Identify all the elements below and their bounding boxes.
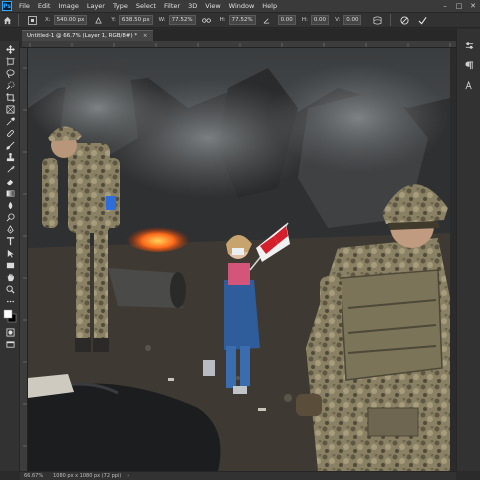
- window-controls: – □ ✕: [438, 2, 480, 10]
- hand-tool-icon[interactable]: [4, 272, 16, 283]
- menu-bar: Ps File Edit Image Layer Type Select Fil…: [0, 0, 480, 12]
- document-canvas[interactable]: [28, 48, 450, 471]
- photo-layer: [28, 48, 450, 471]
- horizontal-skew-field[interactable]: 0.00: [310, 15, 330, 25]
- adjust-layout-icon[interactable]: [463, 39, 475, 51]
- link-icon[interactable]: [201, 14, 213, 26]
- frame-tool-icon[interactable]: [4, 104, 16, 115]
- photoshop-logo[interactable]: Ps: [2, 1, 12, 11]
- path-selection-tool-icon[interactable]: [4, 248, 16, 259]
- pen-tool-icon[interactable]: [4, 224, 16, 235]
- quick-mask-icon[interactable]: [4, 327, 16, 338]
- divider: [390, 14, 392, 26]
- character-icon[interactable]: [463, 79, 475, 91]
- document-tab-bar: Untitled-1 @ 66.7% (Layer 1, RGB/8#) * ×: [22, 29, 456, 41]
- type-tool-icon[interactable]: [4, 236, 16, 247]
- commit-transform-icon[interactable]: [416, 14, 428, 26]
- y-label: Y:: [111, 17, 116, 23]
- menu-window[interactable]: Window: [225, 2, 259, 10]
- maximize-button[interactable]: □: [452, 2, 466, 10]
- document-tab-title: Untitled-1 @ 66.7% (Layer 1, RGB/8#) *: [27, 33, 138, 39]
- x-label: X:: [45, 17, 51, 23]
- healing-brush-tool-icon[interactable]: [4, 128, 16, 139]
- x-position-field[interactable]: 540.00 px: [53, 15, 88, 25]
- cancel-transform-icon[interactable]: [398, 14, 410, 26]
- fire: [126, 224, 190, 252]
- color-swatches[interactable]: [3, 309, 17, 323]
- height-label: H:: [219, 17, 226, 23]
- menu-edit[interactable]: Edit: [34, 2, 55, 10]
- horizontal-ruler[interactable]: [22, 41, 456, 48]
- vertical-skew-label: V:: [335, 17, 341, 23]
- status-bar: 66.67% 1080 px x 1080 px (72 ppi) ›: [20, 471, 456, 480]
- artboard-tool-icon[interactable]: [4, 56, 16, 67]
- menu-type[interactable]: Type: [109, 2, 132, 10]
- zoom-level[interactable]: 66.67%: [20, 473, 49, 479]
- close-button[interactable]: ✕: [466, 2, 480, 10]
- zoom-tool-icon[interactable]: [4, 284, 16, 295]
- move-tool-icon[interactable]: [4, 44, 16, 55]
- menu-file[interactable]: File: [15, 2, 34, 10]
- menu-image[interactable]: Image: [54, 2, 82, 10]
- quick-selection-tool-icon[interactable]: [4, 80, 16, 91]
- options-bar: X: 540.00 px Y: 638.50 px W: 77.52% H: 7…: [0, 12, 480, 28]
- menu-view[interactable]: View: [201, 2, 224, 10]
- gradient-tool-icon[interactable]: [4, 188, 16, 199]
- vertical-skew-field[interactable]: 0.00: [343, 15, 362, 25]
- rotation-field[interactable]: 0.00: [277, 15, 296, 25]
- panel-dock: [456, 29, 480, 471]
- lasso-tool-icon[interactable]: [4, 68, 16, 79]
- status-menu-arrow[interactable]: ›: [127, 473, 129, 479]
- more-tools-icon[interactable]: [4, 296, 16, 307]
- menu-select[interactable]: Select: [132, 2, 160, 10]
- width-field[interactable]: 77.52%: [168, 15, 196, 25]
- width-label: W:: [158, 17, 166, 23]
- vertical-ruler[interactable]: [20, 48, 28, 471]
- menu-filter[interactable]: Filter: [160, 2, 184, 10]
- menu-help[interactable]: Help: [258, 2, 281, 10]
- tools-panel: [0, 41, 20, 471]
- eraser-tool-icon[interactable]: [4, 176, 16, 187]
- paragraph-icon[interactable]: [463, 59, 475, 71]
- horizontal-skew-label: H:: [301, 17, 308, 23]
- close-tab-icon[interactable]: ×: [143, 33, 148, 39]
- eyedropper-tool-icon[interactable]: [4, 116, 16, 127]
- reference-point-icon[interactable]: [26, 14, 38, 26]
- blur-tool-icon[interactable]: [4, 200, 16, 211]
- menu-3d[interactable]: 3D: [184, 2, 201, 10]
- brush-tool-icon[interactable]: [4, 140, 16, 151]
- minimize-button[interactable]: –: [438, 2, 452, 10]
- y-position-field[interactable]: 638.50 px: [118, 15, 153, 25]
- document-tab[interactable]: Untitled-1 @ 66.7% (Layer 1, RGB/8#) * ×: [22, 30, 153, 41]
- dodge-tool-icon[interactable]: [4, 212, 16, 223]
- angle-icon: [261, 14, 273, 26]
- menu-layer[interactable]: Layer: [83, 2, 109, 10]
- crop-tool-icon[interactable]: [4, 92, 16, 103]
- shape-tool-icon[interactable]: [4, 260, 16, 271]
- delta-icon[interactable]: [92, 14, 104, 26]
- divider: [18, 14, 19, 26]
- clone-stamp-tool-icon[interactable]: [4, 152, 16, 163]
- warp-mode-icon[interactable]: [371, 14, 383, 26]
- history-brush-tool-icon[interactable]: [4, 164, 16, 175]
- height-field[interactable]: 77.52%: [228, 15, 256, 25]
- document-info: 1080 px x 1080 px (72 ppi): [53, 473, 122, 479]
- home-icon[interactable]: [0, 13, 14, 27]
- blue-armband: [106, 196, 116, 210]
- screen-mode-icon[interactable]: [4, 339, 16, 350]
